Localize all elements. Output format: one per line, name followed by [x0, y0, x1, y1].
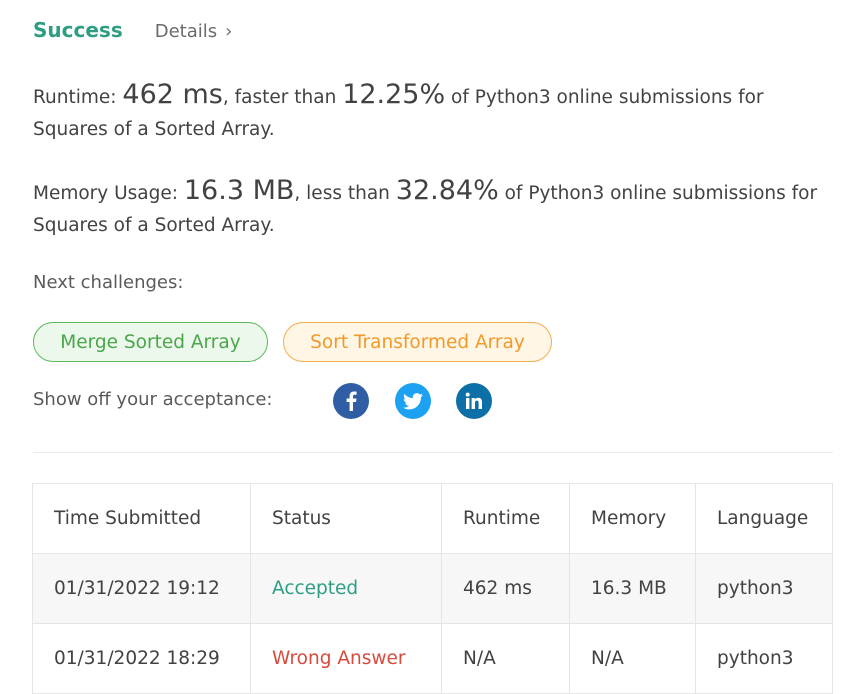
runtime-value: 462 ms: [122, 79, 223, 110]
runtime-label: Runtime:: [33, 87, 123, 108]
memory-summary: Memory Usage: 16.3 MB, less than 32.84% …: [33, 175, 828, 242]
next-challenges-label: Next challenges:: [33, 272, 184, 293]
memory-comparison: , less than: [294, 183, 396, 204]
runtime-comparison: , faster than: [222, 87, 343, 108]
submission-status: Success: [33, 18, 123, 42]
cell-language: python3: [695, 553, 833, 624]
table-header-row: Time Submitted Status Runtime Memory Lan…: [32, 483, 833, 554]
memory-label: Memory Usage:: [33, 183, 184, 204]
twitter-icon[interactable]: [395, 383, 431, 419]
column-language[interactable]: Language: [695, 483, 833, 554]
cell-memory: 16.3 MB: [569, 553, 696, 624]
submissions-table: Time Submitted Status Runtime Memory Lan…: [32, 483, 833, 694]
share-label: Show off your acceptance:: [33, 389, 273, 410]
memory-value: 16.3 MB: [183, 175, 295, 206]
chevron-right-icon[interactable]: ›: [225, 21, 232, 42]
cell-time: 01/31/2022 18:29: [32, 623, 251, 694]
runtime-summary: Runtime: 462 ms, faster than 12.25% of P…: [33, 79, 828, 146]
cell-status-link[interactable]: Accepted: [250, 553, 442, 624]
memory-percentile: 32.84%: [395, 175, 499, 206]
details-link[interactable]: Details: [155, 21, 217, 42]
result-header: Success Details ›: [33, 18, 232, 44]
facebook-icon[interactable]: [333, 383, 369, 419]
challenge-sort-transformed-array[interactable]: Sort Transformed Array: [283, 322, 552, 362]
challenge-merge-sorted-array[interactable]: Merge Sorted Array: [33, 322, 268, 362]
cell-runtime: 462 ms: [441, 553, 570, 624]
runtime-percentile: 12.25%: [342, 79, 446, 110]
cell-time: 01/31/2022 19:12: [32, 553, 251, 624]
column-runtime[interactable]: Runtime: [441, 483, 570, 554]
column-memory[interactable]: Memory: [569, 483, 696, 554]
table-row: 01/31/2022 19:12 Accepted 462 ms 16.3 MB…: [32, 553, 833, 624]
cell-memory: N/A: [569, 623, 696, 694]
cell-status-link[interactable]: Wrong Answer: [250, 623, 442, 694]
table-row: 01/31/2022 18:29 Wrong Answer N/A N/A py…: [32, 623, 833, 694]
cell-runtime: N/A: [441, 623, 570, 694]
column-status[interactable]: Status: [250, 483, 442, 554]
section-divider: [33, 452, 833, 453]
linkedin-icon[interactable]: [456, 383, 492, 419]
column-time-submitted[interactable]: Time Submitted: [32, 483, 251, 554]
cell-language: python3: [695, 623, 833, 694]
